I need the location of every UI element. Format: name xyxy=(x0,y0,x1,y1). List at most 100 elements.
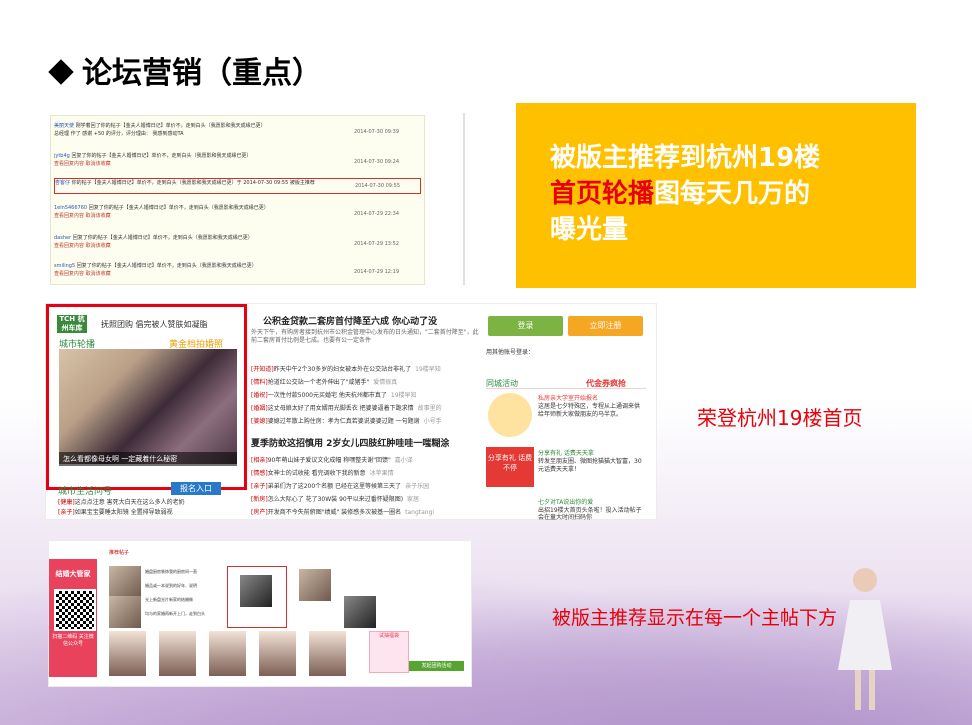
message-user[interactable]: 1eln5466760 xyxy=(54,205,87,211)
message-timestamp: 2014-07-30 09:24 xyxy=(353,159,399,165)
girl-figure-illustration xyxy=(838,568,892,710)
message-user[interactable]: dasher xyxy=(54,235,71,241)
life-item[interactable]: [健康]这点点注意 害死大白天在这么多人的老奶 xyxy=(58,497,185,506)
news-item[interactable]: [婚姻]这丈母娘太好了用女婿用光脚丢衣 把婆婆逼着下跪求情 故事里的 xyxy=(251,403,442,412)
sidebar: 登录 立即注册 用其他账号登录： 同城活动 代金券疯抢 私房亲大学室开始报名 这… xyxy=(486,312,651,521)
vertical-divider xyxy=(463,113,465,285)
message-actions[interactable]: 查看回复内容 取消该收藏 xyxy=(54,271,111,277)
valentine-text: 出招19楼大首页头条啦！投入活动帖子会在童大时间扫码你 xyxy=(538,507,642,521)
quick-login-label: 用其他账号登录： xyxy=(486,349,535,356)
carousel-title[interactable]: 抚照团购 倡完被人赞肤如凝脂 xyxy=(101,319,208,330)
notification-list-screenshot: 美丽天使 刚学着回了你的帖子【金夫人婚博日记】单价不，走到白头（我愿影和我天成缘… xyxy=(50,115,425,285)
message-text: 回复了你的帖子【金夫人婚博日记】单价不，走到白头（我愿影和我天成缘已更） xyxy=(76,263,257,269)
message-user[interactable]: 杏客仔 xyxy=(55,180,70,186)
share-badge[interactable]: 分享有礼 话费不停 xyxy=(486,447,534,487)
thumbnail[interactable] xyxy=(109,596,141,628)
photo-thumb[interactable] xyxy=(109,631,146,676)
qr-code-icon xyxy=(54,589,96,631)
post-footer-screenshot: 结婚大管家 扫描二维码 关注微信公众号 推荐帖子 婚盘厨房装饰我的厨房间一直 婚… xyxy=(48,540,472,687)
mascot-icon xyxy=(488,393,532,437)
headline[interactable]: 夏季防蚊这招慎用 2岁女儿四肢红肿哇哇一嗤糊涂 xyxy=(251,436,449,449)
message-timestamp: 2014-07-29 12:19 xyxy=(353,269,399,275)
gift-bag-promo[interactable]: 试抽福袋 xyxy=(369,631,409,673)
life-item[interactable]: [亲子]如果宝宝要睡太阳镜 全置排导致弱视 xyxy=(58,507,173,516)
slide-title: 论坛营销（重点） xyxy=(48,48,322,92)
thumbnail[interactable] xyxy=(344,596,376,628)
list-item: 1eln5466760 回复了你的帖子【金夫人婚博日记】单价不，走到白头（我愿影… xyxy=(54,204,419,230)
news-item[interactable]: [情料]抢道红公交站一个老外伸出了"咸猪手" 爱情很真 xyxy=(251,377,397,386)
event-title[interactable]: 私房亲大学室开始报名 xyxy=(538,393,598,402)
message-text: 回复了你的帖子【金夫人婚博日记】单价不，走到白头（我愿影和我天成缘已更） xyxy=(71,153,252,159)
message-timestamp: 2014-07-29 22:34 xyxy=(353,211,399,217)
headline[interactable]: 公积金贷款二套房首付降至六成 你心动了没 xyxy=(263,314,437,327)
highlighted-list-item: 杏客仔 你的帖子【金夫人婚博日记】单价不，走到白头（我愿影和我天成缘已更）于 2… xyxy=(54,178,421,194)
list-item: jytb4g 回复了你的帖子【金夫人婚博日记】单价不，走到白头（我愿影和我天成缘… xyxy=(54,152,419,178)
message-user[interactable]: jytb4g xyxy=(54,153,70,159)
photo-thumb[interactable] xyxy=(209,631,246,676)
post-callout: 被版主推荐显示在每一个主帖下方 xyxy=(552,607,838,629)
share-title[interactable]: 分享有礼 话费天天拿 xyxy=(538,448,594,457)
start-group-buy-button[interactable]: 发起团购活动 xyxy=(409,661,464,671)
list-item: 美丽天使 刚学着回了你的帖子【金夫人婚博日记】单价不，走到白头（我愿影和我天成缘… xyxy=(54,122,419,148)
section-heading: 推荐帖子 xyxy=(109,550,130,556)
list-item: dasher 回复了你的帖子【金夫人婚博日记】单价不，走到白头（我愿影和我天成缘… xyxy=(54,234,419,260)
callout-line1: 被版主推荐到杭州19楼 xyxy=(550,143,821,173)
news-item[interactable]: [相亲]90年萌山妹子爱议文化成幅 称嘿整夫谢"回馈" 嘉小译 xyxy=(251,455,413,464)
photo-thumb[interactable] xyxy=(259,631,296,676)
post-link[interactable]: 光上新盘光片新家的结婚做 xyxy=(145,597,193,603)
message-text: 刚学着回了你的帖子【金夫人婚博日记】单价不，走到白头（我愿影和我天成缘已更） xyxy=(75,123,266,129)
post-link[interactable]: 婚盘厨房装饰我的厨房间一直 xyxy=(145,569,197,575)
news-item[interactable]: [开知道]昨天中午2个30多岁的妇女被本外在公交站台非礼了 19楼早知 xyxy=(251,364,441,373)
valentine-title[interactable]: 七夕对TA说出你的爱 xyxy=(538,497,593,506)
message-timestamp: 2014-07-30 09:39 xyxy=(353,129,399,135)
wedding-helper-tag[interactable]: 结婚大管家 扫描二维码 关注微信公众号 xyxy=(49,559,97,677)
news-item[interactable]: [婚祝]一次性付款5000元买婚宅 他天杭州都市真了 19楼早知 xyxy=(251,390,417,399)
tag-subtitle: 扫描二维码 关注微信公众号 xyxy=(52,634,94,647)
tag-title: 结婚大管家 xyxy=(55,570,91,578)
photo-thumb[interactable] xyxy=(159,631,196,676)
callout-highlight: 首页轮播 xyxy=(550,179,655,209)
event-text: 这居是七夕特殊区，专程从上通调来供给年师新大家做朋友的马半京。 xyxy=(538,403,641,418)
callout-box: 被版主推荐到杭州19楼 首页轮播图每天几万的 曝光量 xyxy=(516,103,916,288)
carousel-caption[interactable]: 怎么看都像母女啊 一定藏着什么秘密 xyxy=(59,452,237,466)
news-item[interactable]: [亲子]弟弟们为了这200个名额 已经在这里等候第三天了 亲子乐园 xyxy=(251,481,429,490)
signup-entry-button[interactable]: 报名入口 xyxy=(171,482,221,495)
news-column: 公积金贷款二套房首付降至六成 你心动了没 外天下午，有购房者接到杭州市公积金管理… xyxy=(251,304,496,519)
site-logo: TCH 杭州车库 xyxy=(57,315,87,333)
message-text: 回复了你的帖子【金夫人婚博日记】单价不，走到白头（我愿影和我天成缘已更） xyxy=(72,235,253,241)
message-user[interactable]: 美丽天使 xyxy=(54,123,74,129)
carousel-highlight[interactable]: TCH 杭州车库 抚照团购 倡完被人赞肤如凝脂 城市轮播 黄金档拍婚照 怎么看都… xyxy=(46,304,247,490)
message-actions[interactable]: 查看回复内容 取消该收藏 xyxy=(54,213,111,219)
homepage-screenshot: TCH 杭州车库 抚照团购 倡完被人赞肤如凝脂 城市轮播 黄金档拍婚照 怎么看都… xyxy=(45,303,657,521)
diamond-bullet-icon xyxy=(48,59,74,85)
carousel-photo[interactable] xyxy=(59,349,237,464)
city-life-heading: 城市生活问号 xyxy=(58,487,113,497)
news-item[interactable]: [房产]开发商不今失前俯图"绩威" 装修感多次被基一圈名 tangtangi xyxy=(251,507,434,516)
news-item[interactable]: [婆媳]婆媳过年散上购住房：孝为仁真若婆说婆婆过题 一句题谢 小号手 xyxy=(251,416,442,425)
homepage-callout: 荣登杭州19楼首页 xyxy=(697,406,863,430)
message-timestamp: 2014-07-29 13:52 xyxy=(353,241,399,247)
event-promo[interactable]: 私房亲大学室开始报名 这居是七夕特殊区，专程从上通调来供给年师新大家做朋友的马半… xyxy=(486,388,646,444)
callout-line3: 曝光量 xyxy=(550,215,629,245)
slide-title-text: 论坛营销（重点） xyxy=(82,56,322,91)
post-link[interactable]: 均与的家婚再新开上门，走到白头 xyxy=(145,611,205,617)
message-actions[interactable]: 查看回复内容 取消该收藏 xyxy=(54,243,111,249)
post-link[interactable]: 婚品或一本说到的好年、说明 xyxy=(145,583,197,589)
recommended-highlight[interactable] xyxy=(227,566,287,628)
callout-text: 被版主推荐到杭州19楼 首页轮播图每天几万的 曝光量 xyxy=(550,140,900,248)
register-button[interactable]: 立即注册 xyxy=(568,316,643,336)
callout-line2: 图每天几万的 xyxy=(654,179,811,209)
message-user[interactable]: smiling5 xyxy=(54,263,75,269)
message-actions[interactable]: 查看回复内容 取消该收藏 xyxy=(54,161,111,167)
headline-summary: 外天下午，有购房者接到杭州市公积金管理中心发布的日头通知，"二套首付降至"，此前… xyxy=(251,329,479,344)
message-text: 你的帖子【金夫人婚博日记】单价不，走到白头（我愿影和我天成缘已更）于 2014-… xyxy=(71,180,315,186)
share-text: 转发至朋友圈、微图抢猫猫大智富，30元话费天天拿！ xyxy=(538,458,642,473)
message-timestamp: 2014-07-30 09:55 xyxy=(354,183,400,189)
thumbnail[interactable] xyxy=(299,569,331,601)
thumbnail[interactable] xyxy=(109,566,141,598)
login-button[interactable]: 登录 xyxy=(488,316,563,336)
news-item[interactable]: [情感]女神士的试收能 看完调收下我的新意 冰苹果情 xyxy=(251,468,394,477)
news-item[interactable]: [新房]怎么大际心了 花了30W装 90平以来过番怀疑限图) 家居 xyxy=(251,494,419,503)
message-text: 回复了你的帖子【金夫人婚博日记】单价不，走到白头（我愿影和我天成缘已更） xyxy=(88,205,269,211)
photo-thumb[interactable] xyxy=(309,631,346,676)
